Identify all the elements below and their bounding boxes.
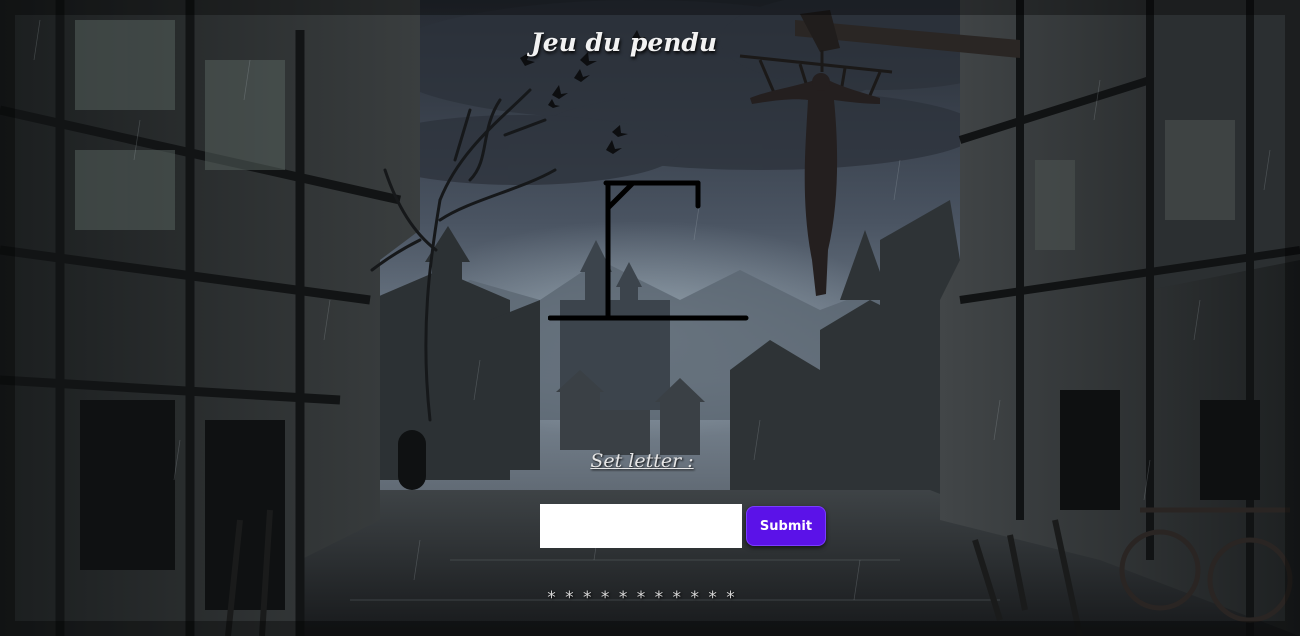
hidden-word: * * * * * * * * * * * bbox=[0, 588, 1300, 608]
submit-button[interactable]: Submit bbox=[746, 506, 826, 546]
gallows-icon bbox=[547, 178, 750, 324]
set-letter-label: Set letter : bbox=[0, 450, 1300, 472]
letter-input[interactable] bbox=[540, 504, 742, 548]
page-title: Jeu du pendu bbox=[0, 28, 1300, 57]
page-title-text: Jeu du pendu bbox=[530, 28, 718, 57]
set-letter-text: Set letter : bbox=[590, 450, 694, 472]
hidden-word-text: * * * * * * * * * * * bbox=[547, 588, 737, 608]
